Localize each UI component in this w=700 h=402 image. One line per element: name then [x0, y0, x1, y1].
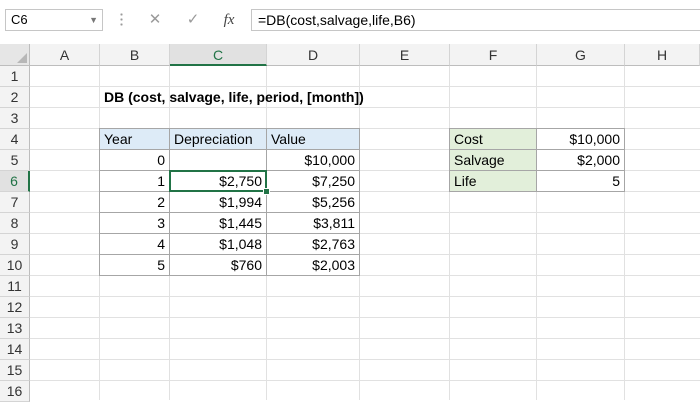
row-header-9[interactable]: 9 — [0, 234, 30, 255]
row-header-16[interactable]: 16 — [0, 381, 30, 402]
formula-input[interactable]: =DB(cost,salvage,life,B6) — [251, 9, 700, 31]
row-header-7[interactable]: 7 — [0, 192, 30, 213]
table-cell-value[interactable]: $3,811 — [266, 212, 360, 234]
row-header-14[interactable]: 14 — [0, 339, 30, 360]
gridline — [30, 296, 700, 297]
formula-bar: C6 ▼ ✕ ✓ fx =DB(cost,salvage,life,B6) — [0, 0, 700, 40]
row-header-11[interactable]: 11 — [0, 276, 30, 297]
row-header-13[interactable]: 13 — [0, 318, 30, 339]
column-header-g[interactable]: G — [537, 44, 625, 66]
gridline — [30, 380, 700, 381]
insert-function-button[interactable]: fx — [218, 8, 240, 32]
table-cell-value[interactable]: $7,250 — [266, 170, 360, 192]
table-cell-value[interactable]: $2,763 — [266, 233, 360, 255]
row-header-2[interactable]: 2 — [0, 87, 30, 108]
row-header-10[interactable]: 10 — [0, 255, 30, 276]
row-header-8[interactable]: 8 — [0, 213, 30, 234]
table-cell-year[interactable]: 1 — [99, 170, 170, 192]
fill-handle[interactable] — [263, 188, 270, 195]
column-header-f[interactable]: F — [450, 44, 537, 66]
check-icon[interactable]: ✓ — [183, 8, 203, 32]
input-value-life[interactable]: 5 — [536, 170, 625, 192]
divider-grip-icon — [120, 12, 123, 28]
chevron-down-icon[interactable]: ▼ — [89, 10, 98, 30]
spreadsheet-grid: A B C D E F G H 1 2 3 4 5 6 7 8 9 10 11 … — [0, 44, 700, 402]
column-header-a[interactable]: A — [30, 44, 100, 66]
close-icon[interactable]: ✕ — [145, 8, 165, 32]
table-cell-year[interactable]: 0 — [99, 149, 170, 171]
table-header-year[interactable]: Year — [99, 128, 170, 150]
table-cell-depreciation[interactable]: $1,994 — [169, 191, 267, 213]
row-header-5[interactable]: 5 — [0, 150, 30, 171]
row-header-6[interactable]: 6 — [0, 171, 30, 192]
input-label-salvage[interactable]: Salvage — [449, 149, 537, 171]
gridline — [30, 359, 700, 360]
table-cell-value[interactable]: $2,003 — [266, 254, 360, 276]
gridline — [30, 338, 700, 339]
column-header-c[interactable]: C — [170, 44, 267, 66]
row-header-3[interactable]: 3 — [0, 108, 30, 129]
table-cell-depreciation[interactable]: $1,048 — [169, 233, 267, 255]
cell-area[interactable]: DB (cost, salvage, life, period, [month]… — [30, 66, 700, 400]
row-header-1[interactable]: 1 — [0, 66, 30, 87]
input-label-life[interactable]: Life — [449, 170, 537, 192]
table-cell-value[interactable]: $10,000 — [266, 149, 360, 171]
active-cell-c6[interactable]: $2,750 — [169, 170, 270, 195]
table-cell-depreciation: $2,750 — [219, 173, 262, 189]
column-header-e[interactable]: E — [360, 44, 450, 66]
table-cell-year[interactable]: 4 — [99, 233, 170, 255]
name-box-value: C6 — [11, 12, 28, 27]
column-header-d[interactable]: D — [267, 44, 360, 66]
gridline — [30, 317, 700, 318]
table-cell-year[interactable]: 5 — [99, 254, 170, 276]
row-header-15[interactable]: 15 — [0, 360, 30, 381]
input-value-cost[interactable]: $10,000 — [536, 128, 625, 150]
table-cell-year[interactable]: 2 — [99, 191, 170, 213]
select-all-button[interactable] — [0, 44, 30, 66]
table-cell-depreciation[interactable] — [169, 149, 267, 171]
table-header-value[interactable]: Value — [266, 128, 360, 150]
table-header-depreciation[interactable]: Depreciation — [169, 128, 267, 150]
sheet-title[interactable]: DB (cost, salvage, life, period, [month]… — [100, 87, 368, 108]
select-all-icon — [17, 53, 27, 63]
row-header-12[interactable]: 12 — [0, 297, 30, 318]
row-header-4[interactable]: 4 — [0, 129, 30, 150]
column-header-h[interactable]: H — [625, 44, 700, 66]
column-header-b[interactable]: B — [100, 44, 170, 66]
table-cell-value[interactable]: $5,256 — [266, 191, 360, 213]
table-cell-depreciation[interactable]: $760 — [169, 254, 267, 276]
name-box[interactable]: C6 ▼ — [5, 9, 103, 31]
input-value-salvage[interactable]: $2,000 — [536, 149, 625, 171]
table-cell-year[interactable]: 3 — [99, 212, 170, 234]
table-cell-depreciation[interactable]: $1,445 — [169, 212, 267, 234]
input-label-cost[interactable]: Cost — [449, 128, 537, 150]
